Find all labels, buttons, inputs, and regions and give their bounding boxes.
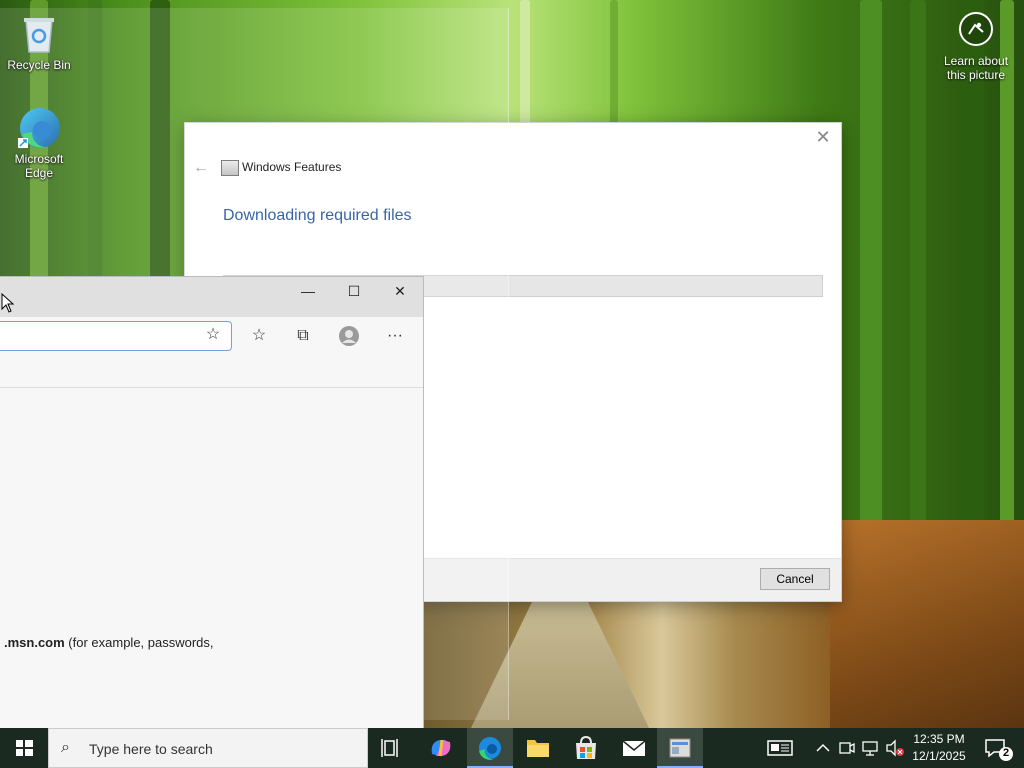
taskbar: ⌕ Type here to search 12:35 PM 12/1/2025… — [0, 728, 1024, 768]
copilot-icon — [431, 739, 451, 757]
system-clock[interactable]: 12:35 PM 12/1/2025 — [906, 731, 972, 765]
add-favorite-icon[interactable]: ☆ — [199, 322, 227, 348]
clock-time: 12:35 PM — [913, 732, 965, 746]
browser-content: .msn.com (for example, passwords, — [0, 388, 423, 729]
edge-taskbar-button[interactable] — [467, 728, 513, 768]
more-options-icon[interactable]: ··· — [381, 323, 409, 349]
file-explorer-button[interactable] — [515, 728, 561, 768]
mouse-cursor-icon — [1, 293, 15, 313]
news-icon — [767, 740, 793, 756]
close-button[interactable]: ✕ — [377, 277, 423, 305]
minimize-button[interactable]: — — [285, 277, 331, 305]
taskbar-search-box[interactable]: ⌕ Type here to search — [48, 728, 368, 768]
notification-icon — [985, 739, 1013, 761]
maximize-button[interactable]: ☐ — [331, 277, 377, 305]
notification-count: 2 — [1002, 747, 1010, 759]
close-icon[interactable]: ✕ — [813, 127, 833, 147]
volume-button[interactable] — [884, 728, 906, 768]
camera-icon — [959, 12, 993, 46]
show-hidden-icons-button[interactable] — [812, 728, 834, 768]
notification-center-button[interactable]: 2 — [978, 728, 1018, 768]
learn-about-label: Learn about this picture — [943, 54, 1009, 82]
mail-icon — [622, 740, 646, 756]
search-placeholder: Type here to search — [89, 741, 213, 757]
camera-icon — [839, 742, 855, 754]
network-icon — [862, 741, 878, 756]
hedge — [830, 520, 1024, 728]
browser-toolbar: ☆ ☆ ⧉ ··· — [0, 317, 423, 388]
windows-logo-icon — [16, 740, 33, 756]
favorites-icon[interactable]: ☆ — [245, 323, 273, 349]
meet-now-button[interactable] — [836, 728, 858, 768]
message-text: (for example, passwords, — [64, 635, 214, 650]
address-bar[interactable]: ☆ — [0, 321, 232, 351]
task-view-icon — [381, 739, 398, 757]
mail-button[interactable] — [611, 728, 657, 768]
copilot-button[interactable] — [418, 728, 464, 768]
title-bar[interactable]: — ☐ ✕ — [0, 277, 423, 317]
search-icon: ⌕ — [61, 739, 70, 756]
edge-browser-window: — ☐ ✕ ☆ ☆ ⧉ ··· .msn.com (for example, p… — [0, 276, 424, 730]
collections-icon[interactable]: ⧉ — [289, 323, 317, 349]
windows-features-icon — [669, 738, 691, 758]
cancel-button[interactable]: Cancel — [760, 568, 830, 590]
profile-avatar[interactable] — [335, 323, 363, 349]
task-view-button[interactable] — [368, 728, 414, 768]
chevron-up-icon — [816, 743, 830, 752]
start-button[interactable] — [0, 728, 48, 768]
edge-icon — [479, 737, 501, 760]
message-domain: .msn.com — [4, 635, 65, 650]
microsoft-store-button[interactable] — [563, 728, 609, 768]
store-icon — [576, 735, 596, 759]
folder-icon — [527, 740, 549, 757]
clock-date: 12/1/2025 — [912, 749, 966, 763]
news-widget-button[interactable] — [760, 728, 800, 768]
windows-features-taskbar-button[interactable] — [657, 728, 703, 768]
volume-muted-icon — [886, 739, 904, 757]
network-button[interactable] — [860, 728, 882, 768]
page-message: .msn.com (for example, passwords, — [4, 635, 214, 650]
learn-about-picture[interactable]: Learn about this picture — [936, 12, 1016, 82]
